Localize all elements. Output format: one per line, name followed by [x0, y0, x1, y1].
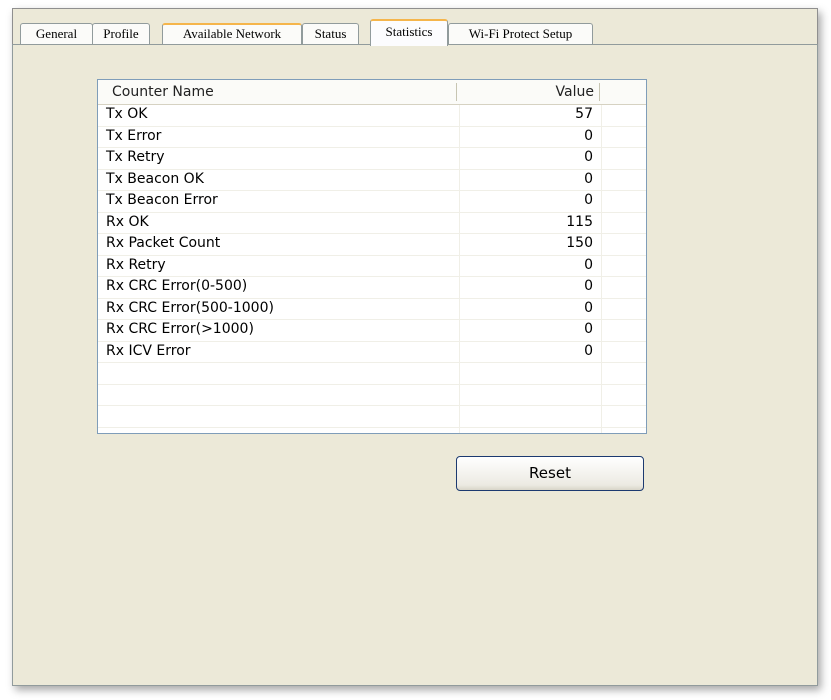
counter-value-cell: 0 [584, 170, 593, 187]
statistics-panel: Counter Name Value Tx OK 57 Tx Error 0 Tx Re… [12, 44, 818, 686]
column-divider[interactable] [599, 83, 600, 101]
tab-profile[interactable]: Profile [92, 23, 150, 45]
table-row[interactable]: Tx Retry 0 [98, 148, 646, 170]
counter-value-cell: 0 [584, 278, 593, 294]
table-row[interactable]: Tx Beacon Error 0 [98, 191, 646, 213]
counter-name-cell: Rx ICV Error [106, 342, 191, 359]
empty-row [98, 363, 646, 385]
column-header-value[interactable]: Value [556, 84, 594, 100]
counter-name-cell: Rx Packet Count [106, 235, 221, 251]
tab-general[interactable]: General [20, 23, 93, 45]
tab-statistics[interactable]: Statistics [370, 19, 448, 46]
statistics-window: General Profile Available Network Status… [12, 8, 818, 686]
tab-wifi-protect-setup[interactable]: Wi-Fi Protect Setup [448, 23, 593, 45]
counter-value-cell: 115 [566, 213, 593, 230]
table-row[interactable]: Rx CRC Error(>1000) 0 [98, 320, 646, 342]
counter-name-cell: Rx CRC Error(>1000) [106, 321, 254, 337]
table-row[interactable]: Rx OK 115 [98, 213, 646, 234]
counter-value-cell: 0 [584, 127, 593, 144]
counter-name-cell: Tx OK [106, 106, 148, 122]
list-header: Counter Name Value [98, 80, 646, 105]
counter-value-cell: 0 [584, 149, 593, 165]
counter-name-cell: Tx Error [106, 127, 162, 144]
counter-name-cell: Rx CRC Error(0-500) [106, 278, 248, 294]
counter-name-cell: Tx Beacon Error [106, 192, 218, 208]
counter-value-cell: 150 [566, 235, 593, 251]
counter-value-cell: 57 [575, 106, 593, 122]
counter-value-cell: 0 [584, 342, 593, 359]
tab-available-network[interactable]: Available Network [162, 23, 302, 45]
counter-name-cell: Tx Retry [106, 149, 165, 165]
table-row[interactable]: Rx ICV Error 0 [98, 342, 646, 363]
counter-name-cell: Rx Retry [106, 256, 166, 273]
statistics-list[interactable]: Counter Name Value Tx OK 57 Tx Error 0 Tx Re… [97, 79, 647, 434]
table-row[interactable]: Rx Retry 0 [98, 256, 646, 277]
list-body: Tx OK 57 Tx Error 0 Tx Retry 0 Tx Beacon OK 0 Tx… [98, 105, 646, 428]
table-row[interactable]: Rx CRC Error(500-1000) 0 [98, 299, 646, 320]
empty-row [98, 385, 646, 406]
empty-row [98, 406, 646, 428]
counter-name-cell: Tx Beacon OK [106, 170, 204, 187]
table-row[interactable]: Tx OK 57 [98, 105, 646, 127]
table-row[interactable]: Tx Beacon OK 0 [98, 170, 646, 191]
counter-value-cell: 0 [584, 321, 593, 337]
table-row[interactable]: Rx Packet Count 150 [98, 234, 646, 256]
column-divider[interactable] [456, 83, 457, 101]
counter-value-cell: 0 [584, 192, 593, 208]
table-row[interactable]: Tx Error 0 [98, 127, 646, 148]
counter-value-cell: 0 [584, 299, 593, 316]
counter-name-cell: Rx CRC Error(500-1000) [106, 299, 274, 316]
reset-button[interactable]: Reset [456, 456, 644, 491]
column-header-counter-name[interactable]: Counter Name [112, 84, 214, 100]
tab-status[interactable]: Status [302, 23, 359, 45]
counter-name-cell: Rx OK [106, 213, 149, 230]
counter-value-cell: 0 [584, 256, 593, 273]
table-row[interactable]: Rx CRC Error(0-500) 0 [98, 277, 646, 299]
